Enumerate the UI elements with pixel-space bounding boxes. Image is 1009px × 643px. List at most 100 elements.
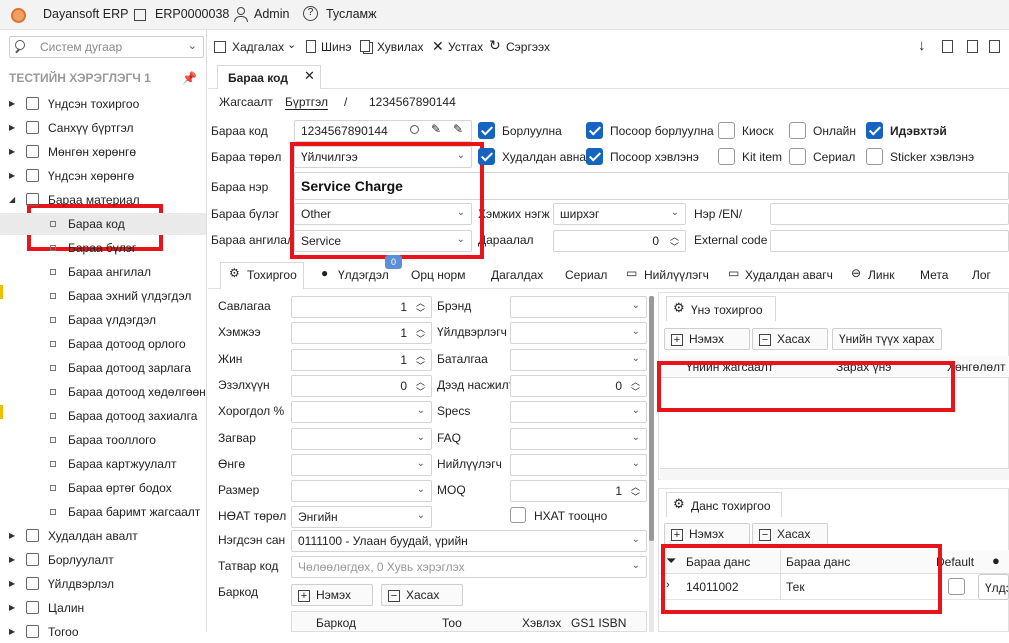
sidebar-item[interactable]: ▶ Худалдан авалт — [0, 525, 206, 547]
sidebar-subitem[interactable]: Бараа дотоод хөдөлгөөн — [0, 381, 206, 403]
setting-field[interactable]: ⌄ — [291, 401, 432, 424]
price-add-button[interactable]: + Нэмэх — [664, 328, 750, 350]
sidebar-item[interactable]: ◢ Бараа материал — [0, 189, 206, 211]
edit-icon[interactable]: ✎ — [453, 122, 463, 136]
name-en-field[interactable] — [770, 203, 1009, 225]
extra-cell[interactable]: Үлдэ — [978, 574, 1009, 600]
search-input[interactable]: Систем дугаар — [40, 40, 122, 54]
setting-field[interactable]: ⌄ — [291, 427, 432, 450]
tax-select[interactable]: 0111100 - Улаан буудай, үрийн ⌄ — [291, 530, 647, 552]
user-name[interactable]: Admin — [254, 7, 289, 21]
setting-field[interactable]: ⌄ — [510, 427, 647, 450]
setting-field[interactable]: ⌄ — [510, 296, 647, 318]
spin-down-icon[interactable]: ﹀ — [670, 237, 679, 251]
triangle-right-icon[interactable]: ▶ — [9, 621, 15, 643]
setting-field[interactable]: 0 ︿ ﹀ — [510, 374, 647, 397]
sidebar-search[interactable]: Систем дугаар ⌄ — [9, 36, 204, 58]
price-remove-button[interactable]: − Хасах — [752, 328, 828, 350]
checkbox-label[interactable]: Идэвхтэй — [890, 124, 947, 138]
chevron-down-icon[interactable]: ⌄ — [188, 39, 197, 52]
sidebar-subitem[interactable]: Бараа картжуулалт — [0, 453, 206, 475]
scrollbar-thumb[interactable] — [649, 296, 654, 541]
nhat-checkbox[interactable] — [510, 507, 526, 523]
setting-field[interactable]: ⌄ — [510, 401, 647, 424]
sidebar-subitem[interactable]: Бараа баримт жагсаалт — [0, 501, 206, 523]
checkbox-label[interactable]: Kit item — [742, 150, 782, 164]
clipboard-icon[interactable] — [942, 40, 953, 53]
sidebar-item[interactable]: ▶ Цалин — [0, 597, 206, 619]
pin-icon[interactable]: 📌 — [182, 71, 197, 85]
setting-field[interactable]: ⌄ — [510, 348, 647, 371]
download-icon[interactable]: ↓ — [918, 37, 926, 54]
barcode-col[interactable]: Баркод — [316, 616, 356, 630]
sidebar-item[interactable]: ▶ Тогоо — [0, 621, 206, 643]
sidebar-subitem[interactable]: Бараа эхний үлдэгдэл — [0, 285, 206, 307]
sidebar-subitem[interactable]: Бараа дотоод захиалга — [0, 405, 206, 427]
copy-button[interactable]: Хувилах — [377, 40, 424, 54]
tab-item[interactable]: Орц норм — [411, 268, 465, 282]
triangle-down-icon[interactable]: ◢ — [9, 189, 15, 211]
sidebar-subitem[interactable]: Бараа тооллого — [0, 429, 206, 451]
tab-bara-kod[interactable]: Бараа код ✕ — [217, 65, 321, 89]
sidebar-subitem[interactable]: Бараа дотоод орлого — [0, 333, 206, 355]
setting-field[interactable]: 1 ︿ ﹀ — [291, 296, 432, 318]
checkbox-label[interactable]: Посоор хэвлэнэ — [610, 150, 699, 164]
breadcrumb-list[interactable]: Жагсаалт — [219, 95, 273, 109]
tab-item[interactable]: Нийлүүлэгч — [644, 268, 709, 282]
checkbox[interactable] — [866, 148, 883, 165]
setting-field[interactable]: ⌄ — [291, 453, 432, 476]
external-code-field[interactable] — [770, 230, 1009, 252]
save-button[interactable]: Хадгалах — [232, 40, 284, 54]
barcode-add-button[interactable]: + Нэмэх — [291, 584, 373, 606]
tab-item[interactable]: Мета — [920, 268, 948, 282]
unit-select[interactable]: ширхэг ⌄ — [553, 203, 686, 225]
tab-item[interactable]: Тохиргоо — [247, 268, 297, 282]
chevron-down-icon[interactable]: ⌄ — [287, 38, 296, 51]
paste-icon[interactable] — [967, 40, 978, 53]
checkbox[interactable] — [866, 122, 883, 139]
tab-item[interactable]: Линк — [868, 268, 894, 282]
barcode-remove-button[interactable]: − Хасах — [381, 584, 463, 606]
setting-field[interactable]: ⌄ — [510, 453, 647, 476]
checkbox[interactable] — [789, 122, 806, 139]
setting-field[interactable]: ⌄ — [510, 322, 647, 345]
setting-field[interactable]: 1 ︿ ﹀ — [510, 480, 647, 503]
checkbox-label[interactable]: Онлайн — [813, 124, 856, 138]
new-button[interactable]: Шинэ — [321, 40, 351, 54]
tab-item[interactable]: Дагалдах — [491, 268, 543, 282]
checkbox-label[interactable]: Борлуулна — [502, 124, 562, 138]
sidebar-subitem[interactable]: Бараа үлдэгдэл — [0, 309, 206, 331]
checkbox-label[interactable]: Сериал — [813, 150, 855, 164]
sidebar-item[interactable]: ▶ Үндсэн хөрөнгө — [0, 165, 206, 187]
checkbox[interactable] — [789, 148, 806, 165]
tatvar-select[interactable]: Чөлөөлөгдөх, 0 Хувь хэрэглэх ⌄ — [291, 556, 647, 578]
checkbox-label[interactable]: Sticker хэвлэнэ — [890, 150, 974, 164]
triangle-right-icon[interactable]: ▶ — [9, 525, 15, 547]
qty-col[interactable]: Тоо — [442, 616, 462, 630]
checkbox[interactable] — [478, 148, 495, 165]
tab-item[interactable]: Үлдэгдэл — [338, 268, 389, 282]
order-field[interactable]: 0 ︿ ﹀ — [553, 230, 686, 252]
triangle-right-icon[interactable]: ▶ — [9, 141, 15, 163]
setting-field[interactable]: 0 ︿ ﹀ — [291, 374, 432, 397]
triangle-right-icon[interactable]: ▶ — [9, 549, 15, 571]
tab-item[interactable]: Лог — [972, 268, 991, 282]
setting-field[interactable]: 1 ︿ ﹀ — [291, 348, 432, 371]
sidebar-item[interactable]: ▶ Санхүү бүртгэл — [0, 117, 206, 139]
checkbox-label[interactable]: Киоск — [742, 124, 774, 138]
sidebar-item[interactable]: ▶ Үйлдвэрлэл — [0, 573, 206, 595]
setting-field[interactable]: ⌄ — [291, 480, 432, 503]
spin-down-icon[interactable]: ﹀ — [416, 382, 425, 396]
price-grid-hscroll[interactable] — [660, 468, 1009, 480]
discount-col[interactable]: Хөнгөлөлт % — [947, 360, 1009, 374]
breadcrumb-register[interactable]: Бүртгэл — [285, 95, 329, 110]
clipboard-copy-icon[interactable] — [989, 40, 1000, 53]
triangle-right-icon[interactable]: ▶ — [9, 573, 15, 595]
checkbox[interactable] — [718, 148, 735, 165]
edit-icon[interactable]: ✎ — [431, 122, 441, 136]
checkbox-label[interactable]: Посоор борлуулна — [610, 124, 714, 138]
sidebar-item[interactable]: ▶ Мөнгөн хөрөнгө — [0, 141, 206, 163]
code-field[interactable]: 1234567890144 — [294, 120, 472, 142]
gs1-col[interactable]: GS1 ISBN — [571, 616, 626, 630]
company-code[interactable]: ERP0000038 — [155, 7, 229, 21]
